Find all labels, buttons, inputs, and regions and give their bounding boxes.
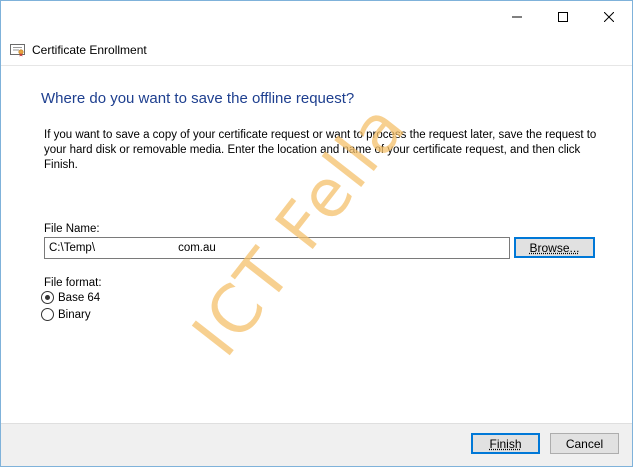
file-name-input[interactable] <box>44 237 510 259</box>
certificate-icon <box>10 44 25 57</box>
close-button[interactable] <box>586 1 632 33</box>
radio-base64[interactable]: Base 64 <box>41 291 100 304</box>
radio-base64-indicator[interactable] <box>41 291 54 304</box>
maximize-icon <box>558 12 568 22</box>
file-format-label: File format: <box>44 277 102 289</box>
cancel-button[interactable]: Cancel <box>550 433 619 454</box>
minimize-button[interactable] <box>494 1 540 33</box>
finish-button-label: Finish <box>489 436 522 451</box>
close-icon <box>604 12 614 22</box>
page-heading: Where do you want to save the offline re… <box>41 90 355 107</box>
radio-base64-label: Base 64 <box>58 291 101 304</box>
certificate-enrollment-window: Certificate Enrollment Where do you want… <box>0 0 633 467</box>
cancel-button-label: Cancel <box>565 436 604 451</box>
browse-button-label: Browse... <box>529 240 580 255</box>
radio-binary-label: Binary <box>58 308 91 321</box>
file-name-label: File Name: <box>44 223 100 235</box>
window-title: Certificate Enrollment <box>32 43 147 57</box>
title-bar[interactable] <box>1 1 632 33</box>
radio-binary[interactable]: Binary <box>41 308 91 321</box>
radio-binary-indicator[interactable] <box>41 308 54 321</box>
browse-button[interactable]: Browse... <box>514 237 595 258</box>
page-description: If you want to save a copy of your certi… <box>44 129 597 171</box>
finish-button[interactable]: Finish <box>471 433 540 454</box>
window-header: Certificate Enrollment <box>10 41 147 59</box>
minimize-icon <box>512 16 522 18</box>
maximize-button[interactable] <box>540 1 586 33</box>
header-divider <box>1 65 632 66</box>
